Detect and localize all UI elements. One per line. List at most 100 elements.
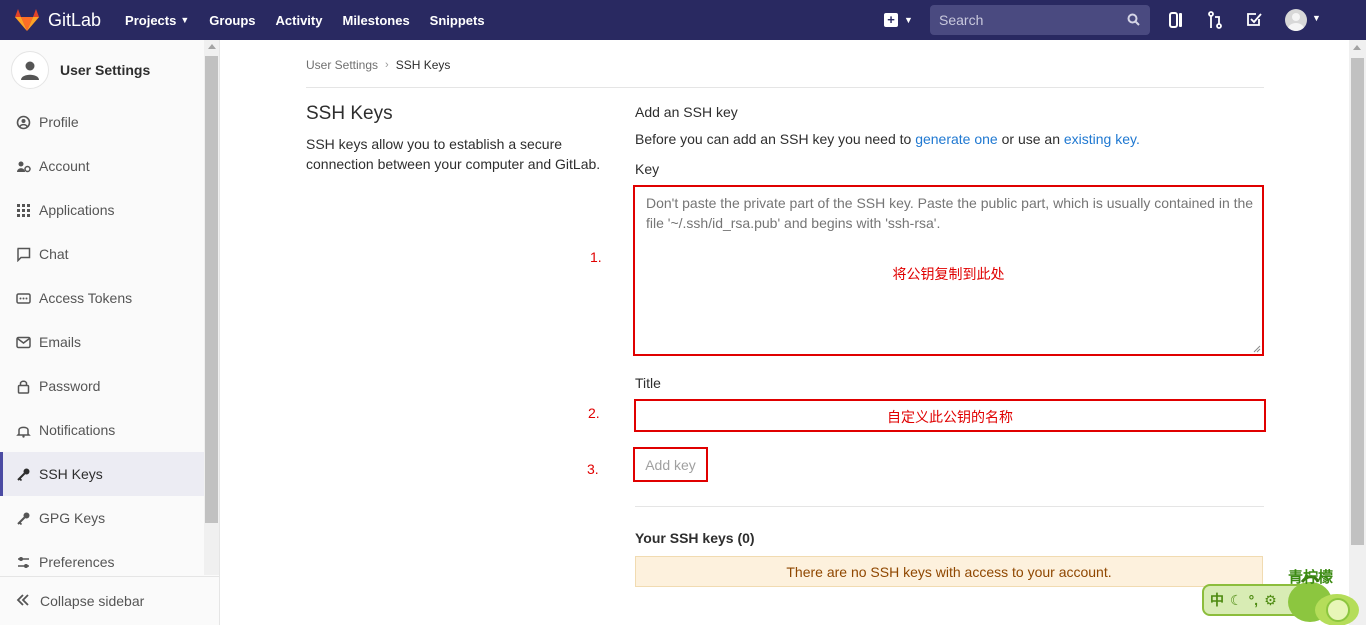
step-number: 1. (590, 249, 602, 265)
chevron-right-icon: › (385, 59, 389, 71)
punctuation-icon: °, (1248, 592, 1259, 608)
sidebar-header[interactable]: User Settings (11, 51, 150, 89)
settings-icon: ⚙ (1264, 591, 1277, 608)
scroll-up-arrow-icon[interactable] (1353, 45, 1361, 50)
scroll-up-arrow-icon[interactable] (208, 44, 216, 49)
sidebar-item-label: Account (39, 158, 90, 174)
sidebar-item-account[interactable]: Account (0, 144, 204, 188)
sidebar-item-profile[interactable]: Profile (0, 100, 204, 144)
preferences-icon (15, 554, 31, 570)
brand-name: GitLab (48, 9, 102, 30)
account-icon (15, 158, 31, 174)
chevron-down-icon: ▼ (180, 15, 190, 25)
sidebar-item-label: Password (39, 378, 101, 394)
existing-key-link[interactable]: existing key. (1064, 131, 1140, 147)
key-annotation: 将公钥复制到此处 (892, 266, 1005, 282)
sidebar-item-ssh-keys[interactable]: SSH Keys (0, 452, 204, 496)
breadcrumb-current[interactable]: SSH Keys (396, 58, 451, 72)
page-title: SSH Keys (306, 103, 393, 124)
step-number: 2. (588, 405, 600, 421)
sidebar-scrollbar-thumb[interactable] (205, 56, 218, 523)
your-keys-heading: Your SSH keys (0) (635, 530, 755, 546)
sidebar-item-label: Preferences (39, 554, 115, 570)
collapse-sidebar-label: Collapse sidebar (40, 593, 145, 609)
sidebar-item-label: Applications (39, 202, 115, 218)
sidebar-item-label: Emails (39, 334, 82, 350)
lock-icon (15, 378, 31, 394)
sidebar-item-gpg-keys[interactable]: GPG Keys (0, 496, 204, 540)
sidebar-item-access-tokens[interactable]: Access Tokens (0, 276, 204, 320)
sidebar-item-label: SSH Keys (39, 466, 103, 482)
nav-activity[interactable]: Activity (276, 13, 323, 28)
nav-milestones[interactable]: Milestones (342, 13, 409, 28)
ime-toolbar[interactable]: 中 ☾ °, ⚙ 青柠檬 (1202, 560, 1366, 625)
key-icon (15, 510, 31, 526)
ime-mode-label: 中 (1210, 592, 1224, 608)
ime-brand-label: 青柠檬 (1288, 569, 1334, 586)
add-key-button[interactable]: Add key (633, 447, 708, 482)
key-icon (15, 466, 31, 482)
email-icon (15, 334, 31, 350)
plus-icon: + (884, 13, 898, 27)
nav-groups[interactable]: Groups (209, 13, 255, 28)
nav-projects-label: Projects (125, 12, 177, 28)
sidebar: User Settings Profile Account Applicatio… (0, 40, 220, 625)
moon-icon: ☾ (1230, 591, 1243, 608)
add-key-heading: Add an SSH key (635, 104, 738, 120)
user-avatar[interactable] (1285, 9, 1307, 31)
title-label: Title (635, 375, 661, 391)
page-scrollbar-thumb[interactable] (1351, 58, 1364, 545)
nav-snippets-label: Snippets (429, 12, 485, 28)
gitlab-logo[interactable]: GitLab (14, 8, 101, 32)
key-label: Key (635, 161, 660, 177)
chat-icon (15, 246, 31, 262)
nav-activity-label: Activity (275, 12, 323, 28)
collapse-sidebar-button[interactable]: Collapse sidebar (0, 576, 219, 625)
section-divider (635, 506, 1264, 507)
nav-milestones-label: Milestones (342, 12, 410, 28)
sidebar-item-label: Profile (39, 114, 79, 130)
resize-handle-icon[interactable] (1253, 345, 1261, 353)
merge-request-icon[interactable] (1207, 11, 1223, 29)
nav-groups-label: Groups (209, 12, 256, 28)
nav-right: + ▼ Search ▼ (884, 0, 1321, 40)
sidebar-item-notifications[interactable]: Notifications (0, 408, 204, 452)
sidebar-item-applications[interactable]: Applications (0, 188, 204, 232)
sidebar-item-emails[interactable]: Emails (0, 320, 204, 364)
applications-icon (15, 202, 31, 218)
new-item-button[interactable]: + ▼ (884, 13, 913, 27)
double-chevron-left-icon (16, 593, 30, 610)
gitlab-tanuki-icon (15, 9, 39, 31)
issues-icon[interactable] (1168, 11, 1184, 29)
profile-icon (15, 114, 31, 130)
search-input[interactable]: Search (930, 5, 1150, 35)
generate-one-link[interactable]: generate one (915, 131, 998, 147)
sidebar-item-chat[interactable]: Chat (0, 232, 204, 276)
top-navbar: GitLab Projects ▼ Groups Activity Milesto… (0, 0, 1366, 40)
add-key-description: Before you can add an SSH key you need t… (635, 131, 1140, 147)
title-input[interactable]: 自定义此公钥的名称 (634, 399, 1266, 432)
breadcrumb-parent[interactable]: User Settings (306, 58, 378, 72)
sidebar-item-label: Access Tokens (39, 290, 133, 306)
key-textarea[interactable]: Don't paste the private part of the SSH … (633, 185, 1264, 356)
nav-links: Projects ▼ Groups Activity Milestones Sni… (125, 13, 505, 28)
chevron-down-icon[interactable]: ▼ (1312, 13, 1321, 23)
sidebar-item-label: GPG Keys (39, 510, 106, 526)
search-placeholder: Search (939, 12, 984, 28)
search-icon (1127, 13, 1140, 26)
user-icon (21, 61, 39, 80)
sidebar-title: User Settings (60, 62, 151, 78)
nav-snippets[interactable]: Snippets (430, 13, 485, 28)
sidebar-item-label: Chat (39, 246, 69, 262)
desc-text: or use an (997, 131, 1064, 147)
user-settings-avatar (11, 51, 49, 89)
key-placeholder: Don't paste the private part of the SSH … (646, 195, 1254, 231)
bell-icon (15, 422, 31, 438)
nav-projects[interactable]: Projects ▼ (125, 13, 189, 28)
empty-keys-message: There are no SSH keys with access to you… (635, 556, 1263, 587)
sidebar-item-password[interactable]: Password (0, 364, 204, 408)
todo-icon[interactable] (1246, 11, 1262, 29)
avatar-icon (1288, 13, 1304, 31)
token-icon (15, 290, 31, 306)
chevron-down-icon: ▼ (904, 15, 913, 25)
